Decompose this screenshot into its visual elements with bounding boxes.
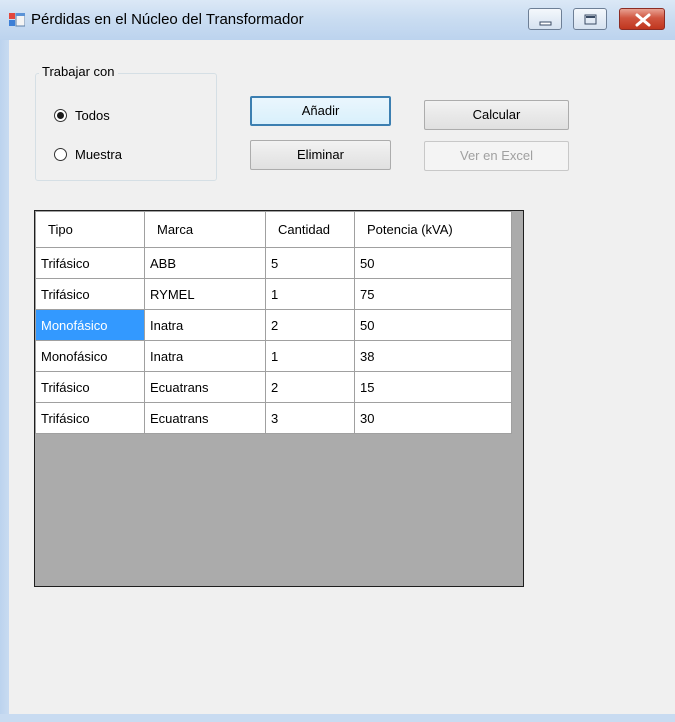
cell-tipo-selected[interactable]: Monofásico (35, 309, 145, 341)
cell-cantidad[interactable]: 1 (265, 278, 355, 310)
app-window: Pérdidas en el Núcleo del Transformador … (0, 0, 675, 722)
cell-cantidad[interactable]: 1 (265, 340, 355, 372)
table-row[interactable]: Monofásico Inatra 1 38 (35, 340, 512, 372)
cell-cantidad[interactable]: 2 (265, 371, 355, 403)
cell-marca[interactable]: Inatra (144, 340, 266, 372)
radio-unchecked-icon (54, 148, 67, 161)
title-bar[interactable]: Pérdidas en el Núcleo del Transformador (0, 0, 675, 40)
radio-todos[interactable]: Todos (54, 108, 110, 123)
table-row[interactable]: Trifásico RYMEL 1 75 (35, 278, 512, 310)
maximize-button[interactable] (573, 8, 607, 30)
window-title: Pérdidas en el Núcleo del Transformador (31, 11, 304, 28)
radio-muestra[interactable]: Muestra (54, 147, 122, 162)
table-row[interactable]: Trifásico Ecuatrans 3 30 (35, 402, 512, 434)
cell-cantidad[interactable]: 3 (265, 402, 355, 434)
table-row[interactable]: Trifásico Ecuatrans 2 15 (35, 371, 512, 403)
cell-marca[interactable]: Ecuatrans (144, 371, 266, 403)
column-header-tipo[interactable]: Tipo (35, 211, 145, 248)
add-button[interactable]: Añadir (250, 96, 391, 126)
header-row: Tipo Marca Cantidad Potencia (kVA) (35, 211, 512, 248)
cell-tipo[interactable]: Trifásico (35, 402, 145, 434)
cell-potencia[interactable]: 15 (354, 371, 512, 403)
column-header-marca[interactable]: Marca (144, 211, 266, 248)
minimize-icon (539, 21, 552, 26)
cell-potencia[interactable]: 50 (354, 247, 512, 279)
column-header-cantidad[interactable]: Cantidad (265, 211, 355, 248)
cell-marca[interactable]: Inatra (144, 309, 266, 341)
cell-potencia[interactable]: 38 (354, 340, 512, 372)
cell-potencia[interactable]: 75 (354, 278, 512, 310)
window-frame-bottom (0, 714, 675, 722)
client-area: Trabajar con Todos Muestra Añadir Elimin… (9, 40, 675, 714)
radio-muestra-label: Muestra (75, 147, 122, 162)
close-icon (635, 13, 651, 27)
window-frame-left (0, 40, 9, 722)
cell-potencia[interactable]: 50 (354, 309, 512, 341)
table-row[interactable]: Trifásico ABB 5 50 (35, 247, 512, 279)
cell-marca[interactable]: Ecuatrans (144, 402, 266, 434)
cell-tipo[interactable]: Trifásico (35, 247, 145, 279)
work-mode-groupbox (35, 73, 217, 181)
cell-marca[interactable]: ABB (144, 247, 266, 279)
radio-checked-icon (54, 109, 67, 122)
groupbox-title: Trabajar con (39, 64, 118, 79)
cell-potencia[interactable]: 30 (354, 402, 512, 434)
delete-button[interactable]: Eliminar (250, 140, 391, 170)
cell-cantidad[interactable]: 2 (265, 309, 355, 341)
app-window-icon (9, 13, 25, 27)
close-button[interactable] (619, 8, 665, 30)
cell-tipo[interactable]: Monofásico (35, 340, 145, 372)
minimize-button[interactable] (528, 8, 562, 30)
cell-tipo[interactable]: Trifásico (35, 278, 145, 310)
data-table: Tipo Marca Cantidad Potencia (kVA) Trifá… (35, 211, 512, 434)
transformer-data-grid[interactable]: Tipo Marca Cantidad Potencia (kVA) Trifá… (34, 210, 524, 587)
cell-cantidad[interactable]: 5 (265, 247, 355, 279)
radio-todos-label: Todos (75, 108, 110, 123)
cell-tipo[interactable]: Trifásico (35, 371, 145, 403)
cell-marca[interactable]: RYMEL (144, 278, 266, 310)
column-header-potencia[interactable]: Potencia (kVA) (354, 211, 512, 248)
view-in-excel-button[interactable]: Ver en Excel (424, 141, 569, 171)
maximize-icon (584, 14, 597, 25)
table-row[interactable]: Monofásico Inatra 2 50 (35, 309, 512, 341)
calculate-button[interactable]: Calcular (424, 100, 569, 130)
